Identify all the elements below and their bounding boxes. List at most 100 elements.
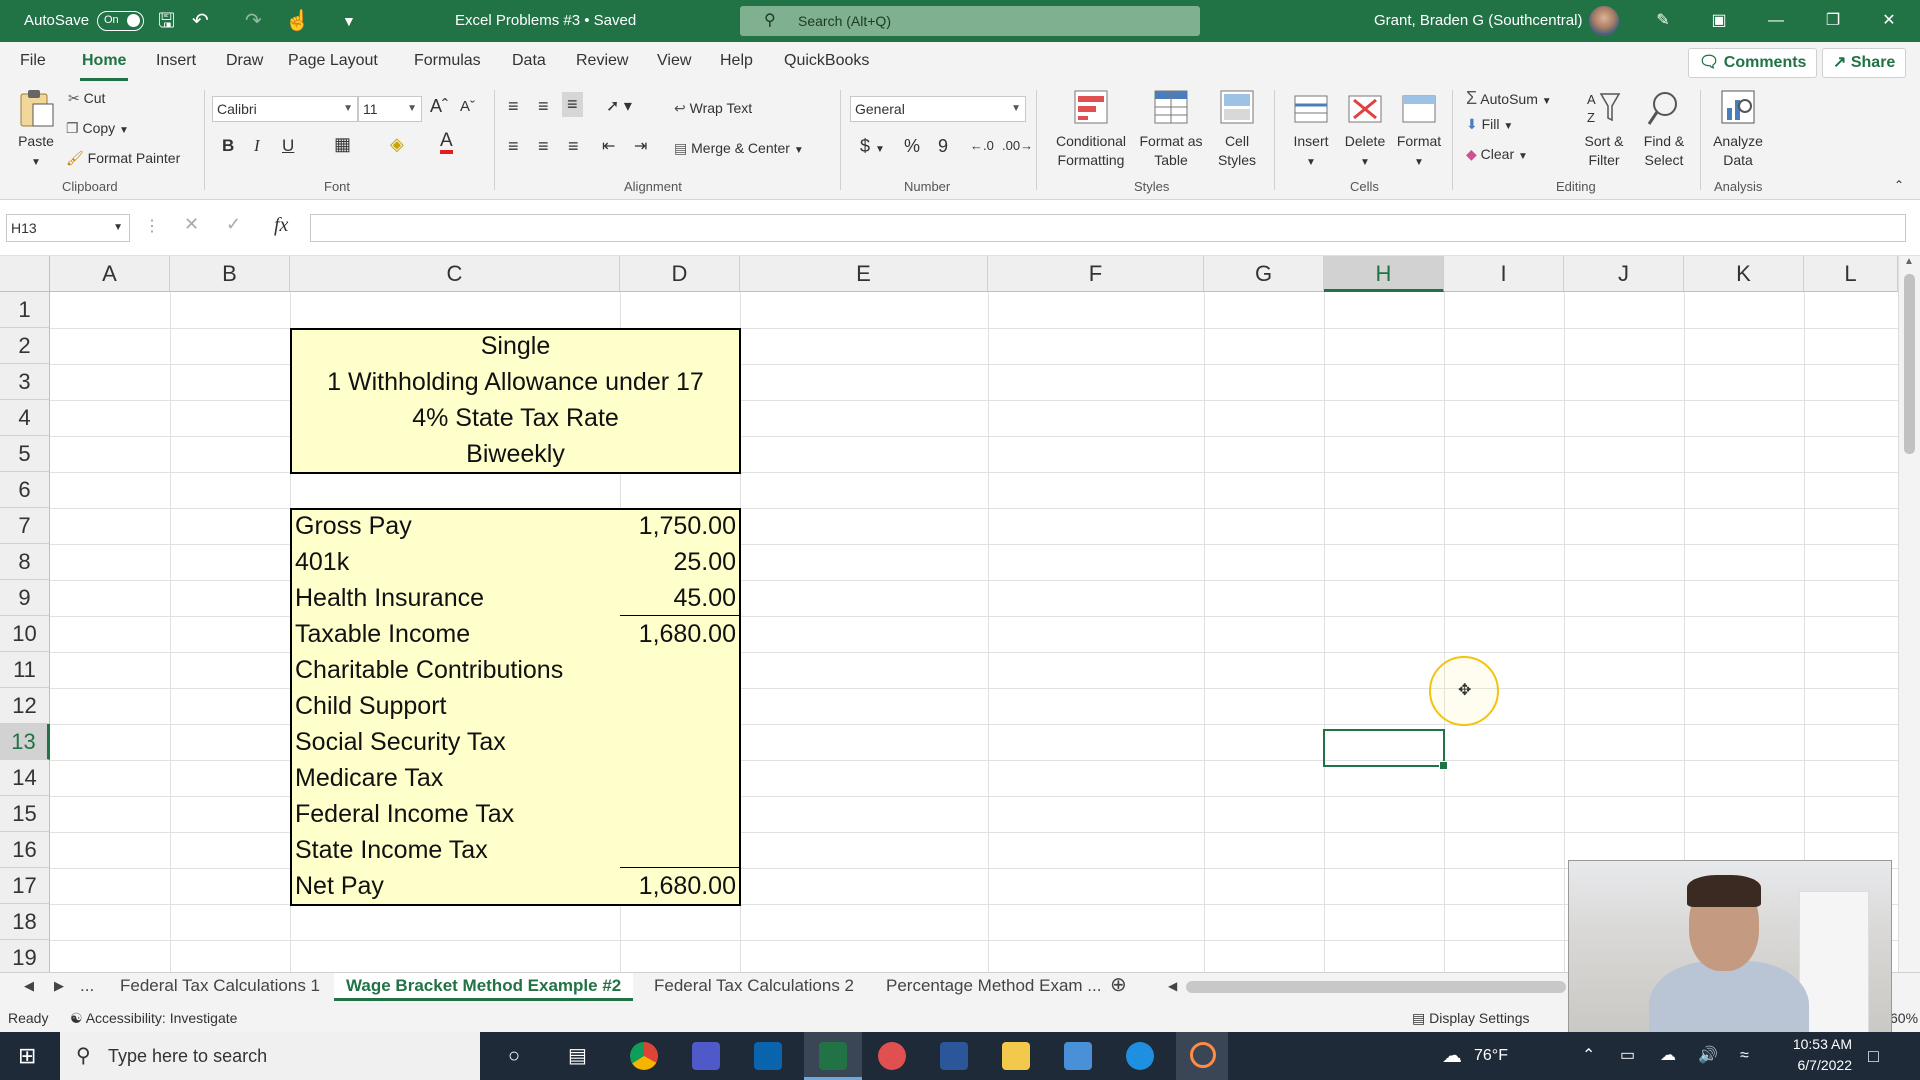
row-header-6[interactable]: 6 xyxy=(0,472,50,508)
task-view-icon[interactable]: ▤ xyxy=(568,1032,587,1080)
touch-mode-icon[interactable]: ☝ xyxy=(285,8,310,34)
weather-cloud-icon[interactable]: ☁ xyxy=(1442,1032,1462,1080)
tray-expand-icon[interactable]: ⌃ xyxy=(1582,1032,1595,1080)
cortana-icon[interactable]: ○ xyxy=(508,1032,520,1080)
wrap-text-button[interactable]: ↩ Wrap Text xyxy=(674,100,752,117)
paste-button[interactable]: Paste ▼ xyxy=(10,88,62,172)
table-row-label[interactable]: Federal Income Tax xyxy=(295,796,514,832)
recorder-taskbar-active[interactable] xyxy=(1176,1032,1228,1080)
table-row-label[interactable]: Child Support xyxy=(295,688,446,724)
restore-icon[interactable]: ❐ xyxy=(1810,0,1856,42)
ribbon-display-icon[interactable]: ▣ xyxy=(1696,0,1742,42)
snipping-tool-icon[interactable] xyxy=(878,1042,906,1070)
cell-styles-button[interactable]: Cell Styles xyxy=(1206,88,1268,170)
currency-icon[interactable]: $ ▼ xyxy=(860,136,885,157)
fill-button[interactable]: ⬇ Fill ▼ xyxy=(1466,116,1513,133)
calculator-icon[interactable] xyxy=(1064,1042,1092,1070)
menu-file[interactable]: File xyxy=(20,52,46,70)
selected-cell-h13[interactable] xyxy=(1323,729,1448,770)
row-header-18[interactable]: 18 xyxy=(0,904,50,940)
format-cells-button[interactable]: Format ▼ xyxy=(1392,88,1446,172)
enter-icon[interactable]: ✓ xyxy=(226,214,241,235)
table-row-label[interactable]: State Income Tax xyxy=(295,832,488,868)
horizontal-scrollbar[interactable] xyxy=(1186,981,1566,993)
insert-function-icon[interactable]: fx xyxy=(274,214,288,237)
align-right-icon[interactable]: ≡ xyxy=(568,136,579,157)
menu-data[interactable]: Data xyxy=(512,52,546,70)
bold-icon[interactable]: B xyxy=(222,136,234,156)
menu-draw[interactable]: Draw xyxy=(226,52,263,70)
column-header-e[interactable]: E xyxy=(740,256,988,292)
autosave-toggle[interactable]: On xyxy=(97,11,144,31)
row-header-8[interactable]: 8 xyxy=(0,544,50,580)
accessibility-status[interactable]: ☯ Accessibility: Investigate xyxy=(70,1010,237,1027)
table-row-value[interactable] xyxy=(620,688,736,724)
column-header-i[interactable]: I xyxy=(1444,256,1564,292)
row-header-11[interactable]: 11 xyxy=(0,652,50,688)
orientation-icon[interactable]: ➚ ▾ xyxy=(606,96,632,116)
table-row-value[interactable]: 1,680.00 xyxy=(620,616,736,652)
table-row-label[interactable]: Gross Pay xyxy=(295,508,412,544)
redo-icon[interactable]: ↷ xyxy=(245,8,262,34)
align-middle-icon[interactable]: ≡ xyxy=(538,96,549,117)
word-icon[interactable] xyxy=(940,1042,968,1070)
customize-qat-icon[interactable]: ▼ xyxy=(342,8,356,34)
row-header-7[interactable]: 7 xyxy=(0,508,50,544)
info-line-state-rate[interactable]: 4% State Tax Rate xyxy=(292,400,739,436)
row-header-14[interactable]: 14 xyxy=(0,760,50,796)
windows-start-icon[interactable]: ⊞ xyxy=(18,1032,36,1080)
menu-view[interactable]: View xyxy=(657,52,691,70)
meeting-app-icon[interactable] xyxy=(1126,1042,1154,1070)
format-as-table-button[interactable]: Format as Table xyxy=(1136,88,1206,170)
row-header-9[interactable]: 9 xyxy=(0,580,50,616)
close-icon[interactable]: ✕ xyxy=(1866,0,1912,42)
align-top-icon[interactable]: ≡ xyxy=(508,96,519,117)
comments-button[interactable]: 🗨 Comments xyxy=(1688,48,1818,78)
network-icon[interactable]: ≈ xyxy=(1740,1032,1749,1080)
search-input[interactable]: ⚲ Search (Alt+Q) xyxy=(740,6,1200,36)
italic-icon[interactable]: I xyxy=(254,136,260,156)
merge-center-button[interactable]: ▤ Merge & Center ▼ xyxy=(674,140,804,157)
table-row-label[interactable]: Taxable Income xyxy=(295,616,470,652)
document-title[interactable]: Excel Problems #3 • Saved xyxy=(455,0,636,42)
table-row-label[interactable]: Net Pay xyxy=(295,868,384,904)
formula-input[interactable] xyxy=(310,214,1906,242)
table-row-value[interactable] xyxy=(620,760,736,796)
row-header-5[interactable]: 5 xyxy=(0,436,50,472)
table-row-value[interactable] xyxy=(620,652,736,688)
comma-style-icon[interactable]: 9 xyxy=(938,136,948,157)
decrease-decimal-icon[interactable]: .00→ xyxy=(1002,138,1033,153)
user-name[interactable]: Grant, Braden G (Southcentral) xyxy=(1374,0,1582,42)
volume-icon[interactable]: 🔊 xyxy=(1698,1032,1718,1080)
table-row-label[interactable]: 401k xyxy=(295,544,349,580)
row-header-3[interactable]: 3 xyxy=(0,364,50,400)
column-header-d[interactable]: D xyxy=(620,256,740,292)
column-header-g[interactable]: G xyxy=(1204,256,1324,292)
menu-review[interactable]: Review xyxy=(576,52,628,70)
table-row-value[interactable]: 25.00 xyxy=(620,544,736,580)
table-row-label[interactable]: Medicare Tax xyxy=(295,760,443,796)
conditional-formatting-button[interactable]: Conditional Formatting xyxy=(1044,88,1138,170)
align-bottom-icon[interactable]: ≡ xyxy=(562,92,583,117)
onedrive-icon[interactable]: ☁ xyxy=(1660,1032,1676,1080)
row-header-19[interactable]: 19 xyxy=(0,940,50,972)
taskbar-search[interactable]: ⚲ Type here to search xyxy=(60,1032,480,1080)
find-select-button[interactable]: Find & Select xyxy=(1634,88,1694,170)
row-header-2[interactable]: 2 xyxy=(0,328,50,364)
decrease-indent-icon[interactable]: ⇤ xyxy=(602,136,615,156)
row-header-4[interactable]: 4 xyxy=(0,400,50,436)
table-row-value[interactable]: 45.00 xyxy=(620,580,736,616)
menu-insert[interactable]: Insert xyxy=(156,52,196,70)
increase-indent-icon[interactable]: ⇥ xyxy=(634,136,647,156)
increase-decimal-icon[interactable]: ←.0 xyxy=(970,138,994,153)
scroll-up-icon[interactable]: ▲ xyxy=(1904,256,1914,267)
menu-quickbooks[interactable]: QuickBooks xyxy=(784,52,869,70)
info-line-filing-status[interactable]: Single xyxy=(292,328,739,364)
font-color-icon[interactable]: A xyxy=(440,131,453,154)
column-header-c[interactable]: C xyxy=(290,256,620,292)
clock[interactable]: 10:53 AM 6/7/2022 xyxy=(1778,1034,1852,1076)
borders-icon[interactable]: ▦ xyxy=(334,134,351,155)
align-left-icon[interactable]: ≡ xyxy=(508,136,519,157)
weather-temp[interactable]: 76°F xyxy=(1474,1032,1508,1080)
clear-button[interactable]: ◆ Clear ▼ xyxy=(1466,146,1528,163)
